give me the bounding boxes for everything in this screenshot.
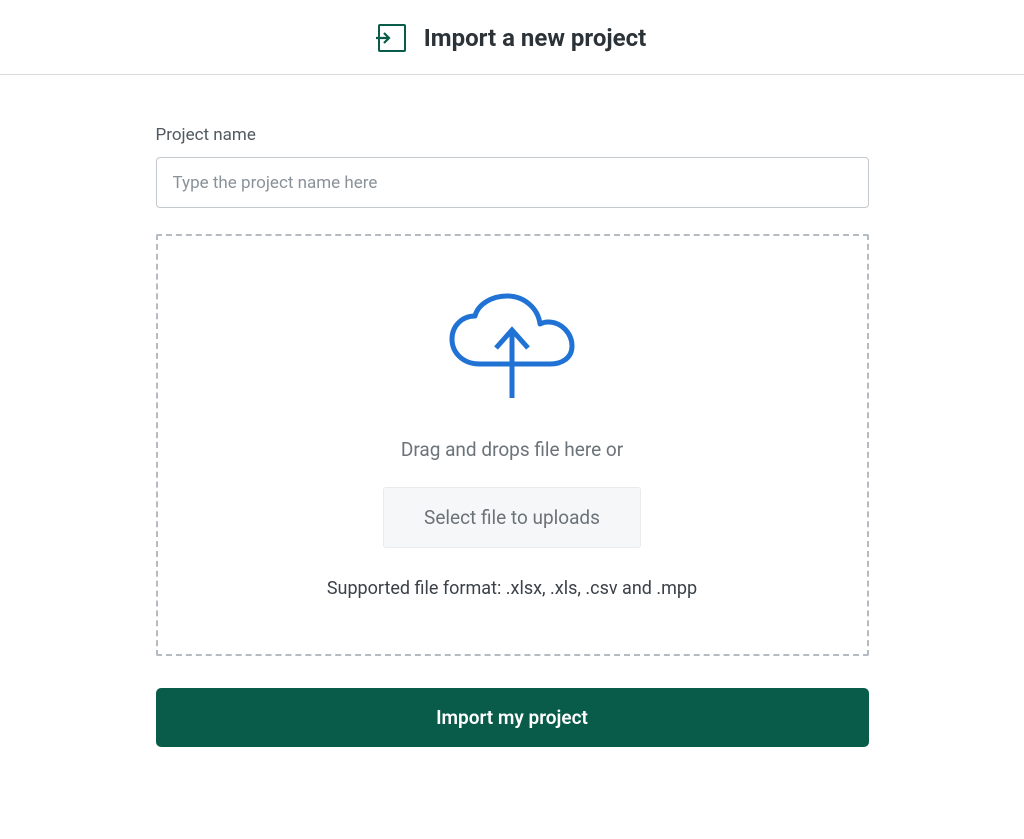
import-icon xyxy=(378,24,406,52)
project-name-input[interactable] xyxy=(156,157,869,208)
select-file-button[interactable]: Select file to uploads xyxy=(383,487,641,548)
project-name-label: Project name xyxy=(156,125,869,145)
page-header: Import a new project xyxy=(0,0,1024,75)
file-dropzone[interactable]: Drag and drops file here or Select file … xyxy=(156,234,869,656)
page-title: Import a new project xyxy=(424,24,646,52)
supported-formats-text: Supported file format: .xlsx, .xls, .csv… xyxy=(327,578,697,599)
content-area: Project name Drag and drops file here or… xyxy=(156,75,869,747)
dropzone-instruction: Drag and drops file here or xyxy=(401,438,623,461)
import-project-button[interactable]: Import my project xyxy=(156,688,869,747)
cloud-upload-icon xyxy=(442,292,582,408)
